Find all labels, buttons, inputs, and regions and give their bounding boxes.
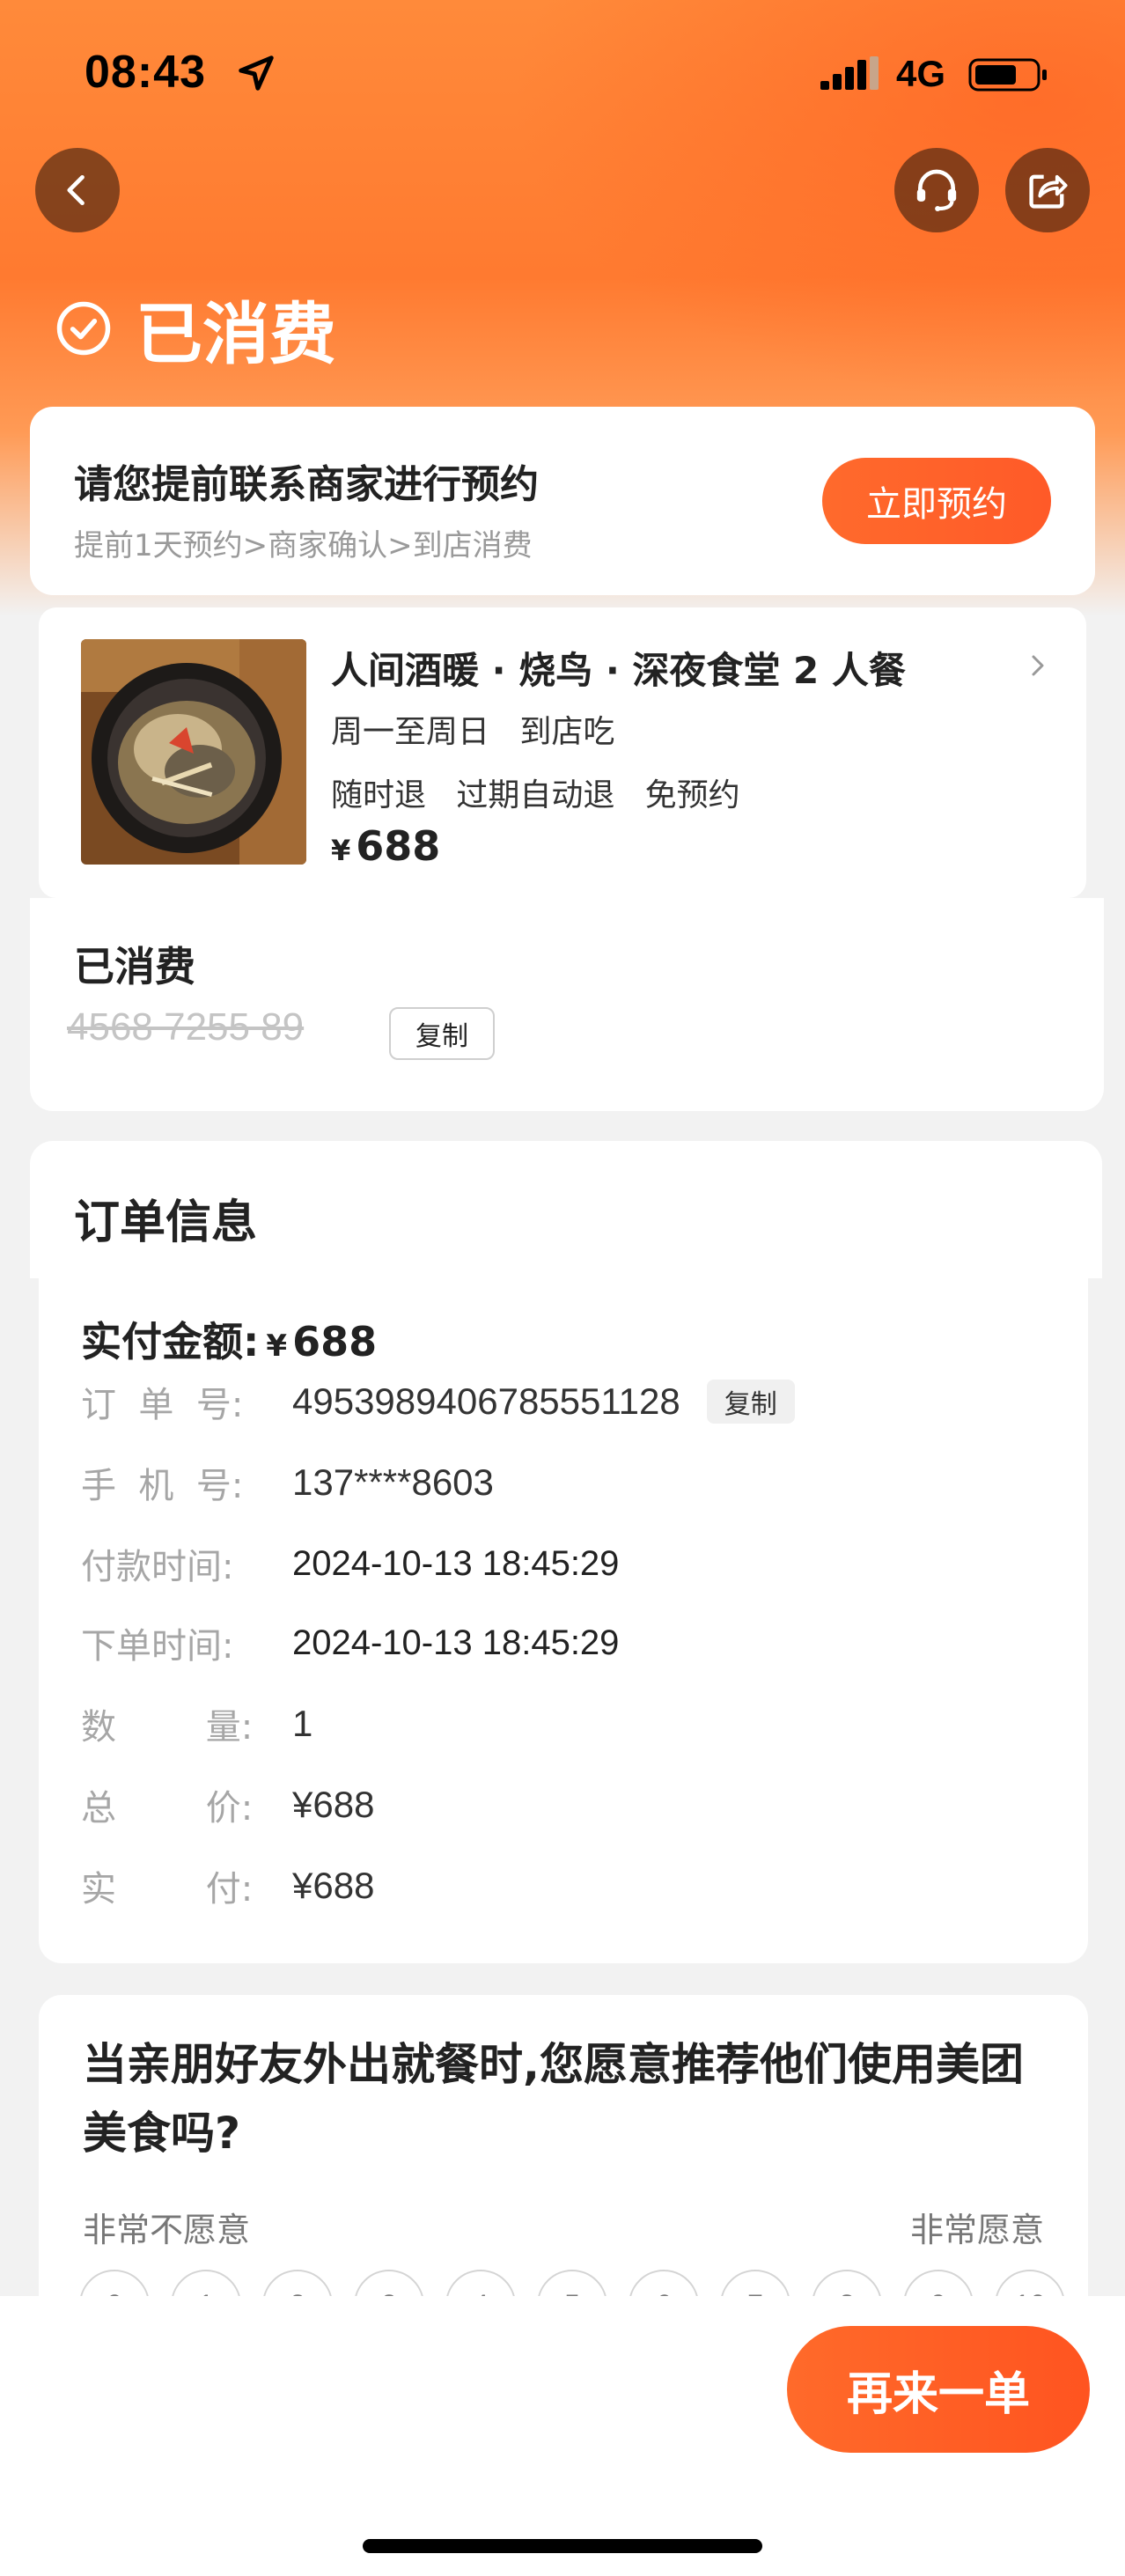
- actual-paid-label: 实 付:: [81, 1869, 254, 1910]
- product-name: 人间酒暖 · 烧鸟 · 深夜食堂 2 人餐: [331, 649, 906, 692]
- phone-label: 手 机 号:: [81, 1466, 244, 1506]
- status-time: 08:43: [85, 47, 206, 98]
- product-policies: 随时退 过期自动退 免预约: [331, 777, 740, 813]
- order-time-label: 下单时间:: [81, 1626, 234, 1667]
- product-price: ¥688: [331, 822, 440, 870]
- status-bar: 08:43 4G: [0, 0, 1125, 150]
- signal-icon: [820, 56, 879, 90]
- location-arrow-icon: [239, 55, 274, 91]
- voucher-status: 已消费: [74, 943, 195, 990]
- home-indicator[interactable]: [363, 2539, 762, 2553]
- reservation-steps: 提前1天预约>商家确认>到店消费: [74, 528, 533, 563]
- chevron-left-icon: [67, 174, 85, 206]
- order-number-row: 订 单 号: 4953989406785551128 复制: [81, 1375, 795, 1428]
- payment-time-row: 付款时间: 2024-10-13 18:45:29: [81, 1537, 619, 1590]
- payment-time-label: 付款时间:: [81, 1547, 234, 1587]
- order-info-header: 订单信息: [30, 1141, 1102, 1278]
- paid-value: 688: [292, 1318, 378, 1365]
- product-image: [81, 639, 306, 865]
- survey-high-label: 非常愿意: [909, 2211, 1044, 2249]
- phone-row: 手 机 号: 137****8603: [81, 1456, 494, 1509]
- reserve-now-button[interactable]: 立即预约: [822, 458, 1051, 544]
- currency-symbol: ¥: [331, 834, 351, 867]
- network-type: 4G: [896, 53, 946, 94]
- product-availability: 周一至周日 到店吃: [331, 714, 615, 750]
- actual-paid-row: 实 付: ¥688: [81, 1859, 374, 1912]
- order-info-title: 订单信息: [74, 1196, 258, 1249]
- order-number-label: 订 单 号:: [81, 1385, 244, 1425]
- order-number-value: 4953989406785551128: [292, 1380, 680, 1422]
- paid-amount: 实付金额: ¥688: [81, 1310, 377, 1368]
- order-detail-card: 实付金额: ¥688 订 单 号: 4953989406785551128 复制 …: [39, 1278, 1088, 1963]
- reorder-button[interactable]: 再来一单: [787, 2326, 1090, 2453]
- reservation-title: 请您提前联系商家进行预约: [74, 462, 539, 507]
- actual-paid-value: ¥688: [292, 1865, 375, 1906]
- back-button[interactable]: [35, 148, 120, 232]
- order-status-heading: 已消费: [55, 280, 336, 377]
- headset-icon: [916, 169, 957, 212]
- price-value: 688: [356, 822, 441, 870]
- share-button[interactable]: [1005, 148, 1090, 232]
- survey-question: 当亲朋好友外出就餐时,您愿意推荐他们使用美团美食吗?: [83, 2039, 1024, 2159]
- survey-low-label: 非常不愿意: [83, 2211, 251, 2249]
- quantity-label: 数 量:: [81, 1707, 254, 1748]
- copy-order-number-button[interactable]: 复制: [706, 1380, 795, 1424]
- voucher-code: 4568 7255 89: [67, 1005, 305, 1049]
- paid-currency: ¥: [266, 1328, 288, 1364]
- order-time-value: 2024-10-13 18:45:29: [292, 1623, 620, 1662]
- copy-voucher-button[interactable]: 复制: [389, 1007, 495, 1060]
- quantity-row: 数 量: 1: [81, 1697, 312, 1750]
- voucher-card: 已消费 4568 7255 89 复制: [30, 898, 1104, 1111]
- phone-value: 137****8603: [292, 1461, 494, 1503]
- total-price-row: 总 价: ¥688: [81, 1778, 374, 1831]
- product-card[interactable]: 人间酒暖 · 烧鸟 · 深夜食堂 2 人餐 周一至周日 到店吃 随时退 过期自动…: [39, 607, 1086, 898]
- order-status-text: 已消费: [136, 295, 336, 373]
- paid-label: 实付金额:: [81, 1318, 260, 1365]
- battery-icon: [968, 58, 1047, 92]
- check-circle-icon: [56, 301, 111, 356]
- total-price-label: 总 价:: [81, 1788, 254, 1829]
- payment-time-value: 2024-10-13 18:45:29: [292, 1543, 620, 1583]
- reservation-card: 请您提前联系商家进行预约 提前1天预约>商家确认>到店消费 立即预约: [30, 407, 1095, 595]
- share-icon: [1029, 174, 1068, 209]
- total-price-value: ¥688: [292, 1784, 375, 1825]
- chevron-right-icon: [1032, 655, 1044, 676]
- quantity-value: 1: [292, 1703, 313, 1744]
- customer-service-button[interactable]: [894, 148, 979, 232]
- bottom-action-bar: 再来一单: [0, 2296, 1125, 2576]
- order-time-row: 下单时间: 2024-10-13 18:45:29: [81, 1616, 619, 1669]
